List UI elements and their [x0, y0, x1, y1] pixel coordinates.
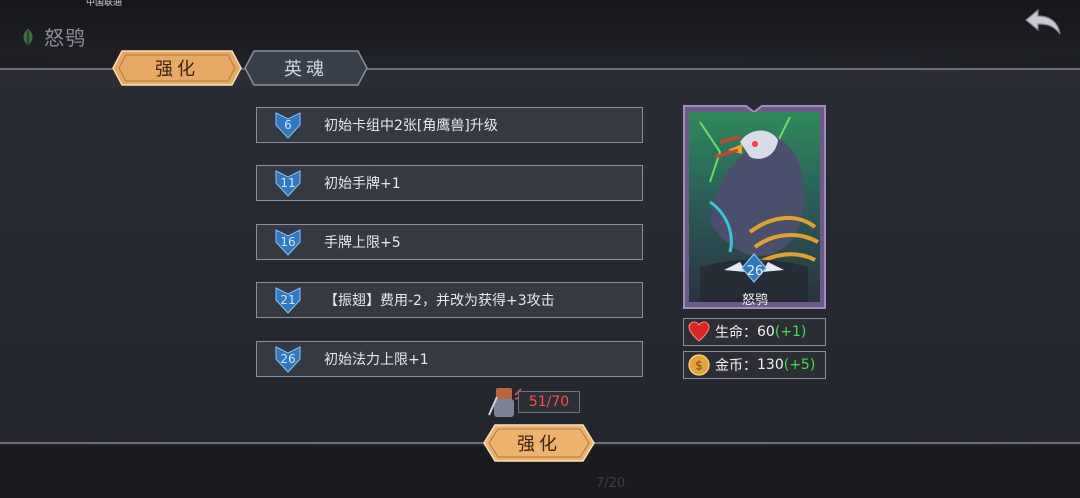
upgrade-text: 初始手牌+1: [324, 176, 401, 192]
coin-icon: $: [688, 354, 710, 376]
leaf-icon: [23, 28, 33, 45]
strengthen-button[interactable]: 强化: [483, 424, 595, 462]
level-badge-number: 16: [280, 235, 296, 249]
upgrade-row: 6 初始卡组中2张[角鹰兽]升级: [256, 107, 643, 143]
level-badge: 21: [273, 285, 303, 315]
gold-label: 金币：: [715, 358, 757, 374]
heart-icon: [688, 321, 710, 342]
upgrade-text: 手牌上限+5: [324, 235, 401, 251]
upgrade-row: 11 初始手牌+1: [256, 165, 643, 201]
level-badge: 11: [273, 168, 303, 198]
page-title: 怒鸮: [44, 26, 86, 50]
footer-page-count: 7/20: [596, 476, 626, 491]
level-badge-number: 21: [280, 293, 296, 307]
hero-card[interactable]: [680, 102, 829, 312]
card-name: 怒鸮: [741, 293, 768, 308]
gold-value: 130: [757, 357, 784, 373]
upgrade-text: 【振翅】费用-2，并改为获得+3攻击: [324, 293, 555, 309]
upgrade-text: 初始法力上限+1: [324, 352, 429, 368]
card-level: 26: [746, 264, 764, 279]
level-badge-number: 11: [280, 176, 296, 190]
tab-strengthen-label: 强化: [155, 59, 199, 80]
tab-soul-label: 英魂: [284, 59, 328, 80]
gold-bonus: (+5): [783, 357, 816, 373]
tab-strengthen[interactable]: 强化: [112, 50, 242, 86]
owl-portrait-icon: [683, 105, 826, 309]
upgrade-cost: 51/70: [518, 391, 580, 413]
hp-label: 生命：: [715, 325, 757, 341]
back-arrow-icon[interactable]: [1022, 6, 1064, 40]
strengthen-button-label: 强化: [517, 434, 561, 455]
gold-stat: $ 金币： 130 (+5): [683, 351, 826, 379]
status-carrier: 中国联通: [86, 0, 123, 8]
level-badge-number: 26: [280, 352, 296, 366]
level-badge: 16: [273, 227, 303, 257]
hp-bonus: (+1): [774, 324, 807, 340]
title-group: 怒鸮: [18, 22, 86, 51]
upgrade-row: 21 【振翅】费用-2，并改为获得+3攻击: [256, 282, 643, 318]
upgrade-row: 16 手牌上限+5: [256, 224, 643, 260]
svg-text:$: $: [695, 359, 703, 373]
level-badge-number: 6: [284, 118, 292, 132]
upgrade-text: 初始卡组中2张[角鹰兽]升级: [324, 118, 498, 134]
upgrade-row: 26 初始法力上限+1: [256, 341, 643, 377]
hp-value: 60: [757, 324, 775, 340]
tab-soul[interactable]: 英魂: [244, 50, 368, 86]
level-badge: 26: [273, 344, 303, 374]
level-badge: 6: [273, 110, 303, 140]
hp-stat: 生命： 60 (+1): [683, 318, 826, 346]
header-bar: 中国联通 怒鸮: [0, 0, 1080, 56]
